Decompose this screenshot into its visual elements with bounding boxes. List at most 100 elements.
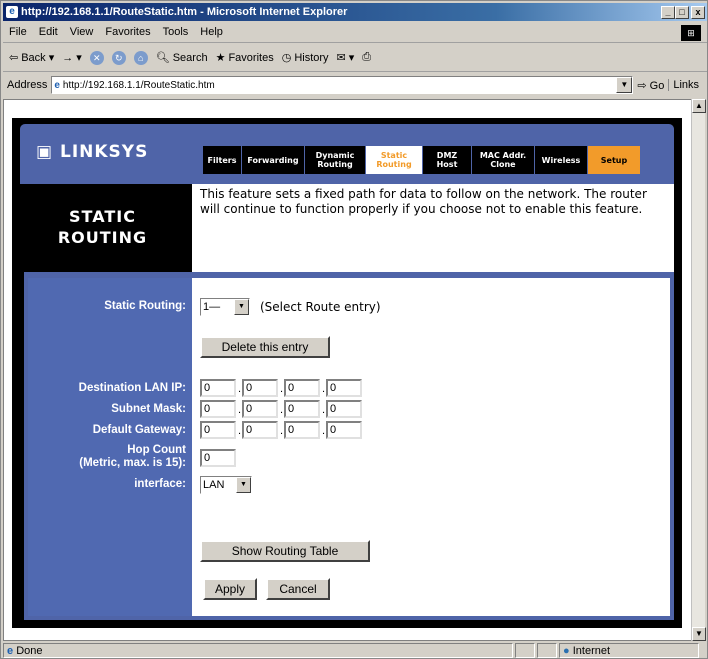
delete-entry-button[interactable]: Delete this entry — [200, 336, 330, 358]
window-title: http://192.168.1.1/RouteStatic.htm - Mic… — [21, 6, 348, 18]
section-title-line1: STATIC — [69, 207, 136, 226]
refresh-button[interactable]: ↻ — [111, 50, 126, 65]
status-text: e Done — [3, 643, 513, 658]
brand-name: LINKSYS — [59, 142, 149, 162]
route-entry-select[interactable]: 1— ▼ — [200, 298, 250, 316]
mail-button[interactable]: ✉ ▾ — [337, 51, 355, 64]
address-dropdown-icon[interactable]: ▼ — [616, 77, 633, 93]
toolbar: ⇦ Back ▾ → ▾ ✕ ↻ ⌂ 🔍︎ Search ★ Favorites ◷ H… — [3, 44, 707, 72]
search-button[interactable]: 🔍︎ Search — [155, 51, 208, 65]
subnet-octet-1[interactable]: 0 — [200, 400, 236, 418]
menu-view[interactable]: View — [64, 23, 100, 41]
gateway-octet-1[interactable]: 0 — [200, 421, 236, 439]
gateway-octet-4[interactable]: 0 — [326, 421, 362, 439]
history-icon: ◷ — [281, 52, 292, 64]
favorites-icon: ★ — [215, 52, 226, 64]
interface-select[interactable]: LAN ▼ — [200, 476, 252, 494]
router-page: ▣ LINKSYS Filters Forwarding Dynamic Rou… — [12, 118, 682, 628]
print-button[interactable]: ⎙ — [362, 51, 371, 64]
tab-wireless[interactable]: Wireless — [535, 146, 587, 174]
address-url: http://192.168.1.1/RouteStatic.htm — [62, 79, 215, 91]
linksys-logo-icon: ▣ — [36, 142, 60, 162]
scroll-up-icon[interactable]: ▲ — [692, 99, 706, 113]
close-button[interactable]: x — [691, 6, 705, 19]
menu-help[interactable]: Help — [194, 23, 229, 41]
tab-filters[interactable]: Filters — [203, 146, 241, 174]
ip-dot: . — [280, 404, 284, 416]
nav-tabs: Filters Forwarding Dynamic Routing Stati… — [203, 146, 640, 174]
tab-dmz-host[interactable]: DMZ Host — [423, 146, 471, 174]
section-title-line2: ROUTING — [57, 228, 148, 247]
go-button[interactable]: ⇨ Go — [637, 79, 664, 92]
subnet-octet-4[interactable]: 0 — [326, 400, 362, 418]
home-button[interactable]: ⌂ — [133, 50, 148, 65]
ip-dot: . — [238, 383, 242, 395]
forward-arrow-icon: → — [62, 51, 74, 64]
cancel-button[interactable]: Cancel — [266, 578, 330, 600]
dest-ip-octet-4[interactable]: 0 — [326, 379, 362, 397]
apply-button[interactable]: Apply — [203, 578, 257, 600]
tab-setup[interactable]: Setup — [588, 146, 640, 174]
subnet-octet-2[interactable]: 0 — [242, 400, 278, 418]
gateway-octet-2[interactable]: 0 — [242, 421, 278, 439]
hop-count-input[interactable]: 0 — [200, 449, 236, 467]
section-title: STATIC ROUTING — [20, 184, 185, 272]
print-icon: ⎙ — [362, 51, 372, 63]
linksys-banner: ▣ LINKSYS Filters Forwarding Dynamic Rou… — [20, 124, 674, 184]
tab-static-routing[interactable]: Static Routing — [366, 146, 422, 174]
links-button[interactable]: Links — [668, 79, 699, 91]
mail-icon: ✉ — [336, 52, 346, 64]
maximize-button[interactable]: □ — [675, 6, 689, 19]
search-icon: 🔍︎ — [155, 52, 170, 64]
subnet-octet-3[interactable]: 0 — [284, 400, 320, 418]
stop-button[interactable]: ✕ — [89, 50, 104, 65]
dest-ip-octet-3[interactable]: 0 — [284, 379, 320, 397]
gateway-octet-3[interactable]: 0 — [284, 421, 320, 439]
static-routing-label: Static Routing: — [104, 300, 186, 312]
title-bar: e http://192.168.1.1/RouteStatic.htm - M… — [3, 3, 707, 21]
status-bar: e Done ● Internet — [3, 642, 707, 659]
favorites-button[interactable]: ★ Favorites — [215, 51, 274, 65]
menu-favorites[interactable]: Favorites — [99, 23, 156, 41]
dest-ip-octet-2[interactable]: 0 — [242, 379, 278, 397]
home-icon: ⌂ — [133, 50, 148, 65]
route-entry-value: 1— — [203, 301, 221, 313]
minimize-button[interactable]: _ — [661, 6, 675, 19]
address-bar: Address e http://192.168.1.1/RouteStatic… — [3, 73, 707, 97]
ip-dot: . — [322, 404, 326, 416]
history-button[interactable]: ◷ History — [281, 51, 329, 65]
chevron-down-icon: ▼ — [236, 477, 251, 493]
address-input[interactable]: e http://192.168.1.1/RouteStatic.htm ▼ — [51, 76, 634, 94]
vertical-scrollbar[interactable]: ▲ ▼ — [691, 99, 706, 641]
forward-button[interactable]: → ▾ — [62, 51, 82, 65]
favorites-label: Favorites — [228, 51, 274, 64]
status-pane — [515, 643, 535, 658]
menu-tools[interactable]: Tools — [157, 23, 195, 41]
show-routing-table-button[interactable]: Show Routing Table — [200, 540, 370, 562]
go-label: Go — [649, 79, 665, 92]
menu-edit[interactable]: Edit — [33, 23, 64, 41]
description-text: This feature sets a fixed path for data … — [192, 184, 674, 272]
route-entry-hint: (Select Route entry) — [260, 300, 381, 314]
linksys-logo: ▣ LINKSYS — [36, 142, 148, 162]
scroll-down-icon[interactable]: ▼ — [692, 627, 706, 641]
ip-dot: . — [322, 425, 326, 437]
status-zone: ● Internet — [559, 643, 699, 658]
default-gateway-label: Default Gateway: — [92, 424, 186, 436]
back-label: Back — [21, 51, 46, 64]
static-routing-form: Static Routing: Destination LAN IP: Subn… — [24, 272, 674, 620]
history-label: History — [294, 51, 329, 64]
dest-ip-octet-1[interactable]: 0 — [200, 379, 236, 397]
interface-label: interface: — [134, 478, 186, 490]
menu-bar: File Edit View Favorites Tools Help ⊞ — [3, 23, 707, 43]
page-content: ▣ LINKSYS Filters Forwarding Dynamic Rou… — [3, 99, 697, 641]
tab-mac-clone[interactable]: MAC Addr. Clone — [472, 146, 534, 174]
ie-icon: e — [6, 6, 18, 18]
tab-forwarding[interactable]: Forwarding — [242, 146, 304, 174]
globe-icon: ● — [563, 644, 570, 657]
back-button[interactable]: ⇦ Back ▾ — [9, 51, 54, 65]
tab-dynamic-routing[interactable]: Dynamic Routing — [305, 146, 365, 174]
status-pane — [537, 643, 557, 658]
menu-file[interactable]: File — [3, 23, 33, 41]
refresh-icon: ↻ — [111, 50, 126, 65]
